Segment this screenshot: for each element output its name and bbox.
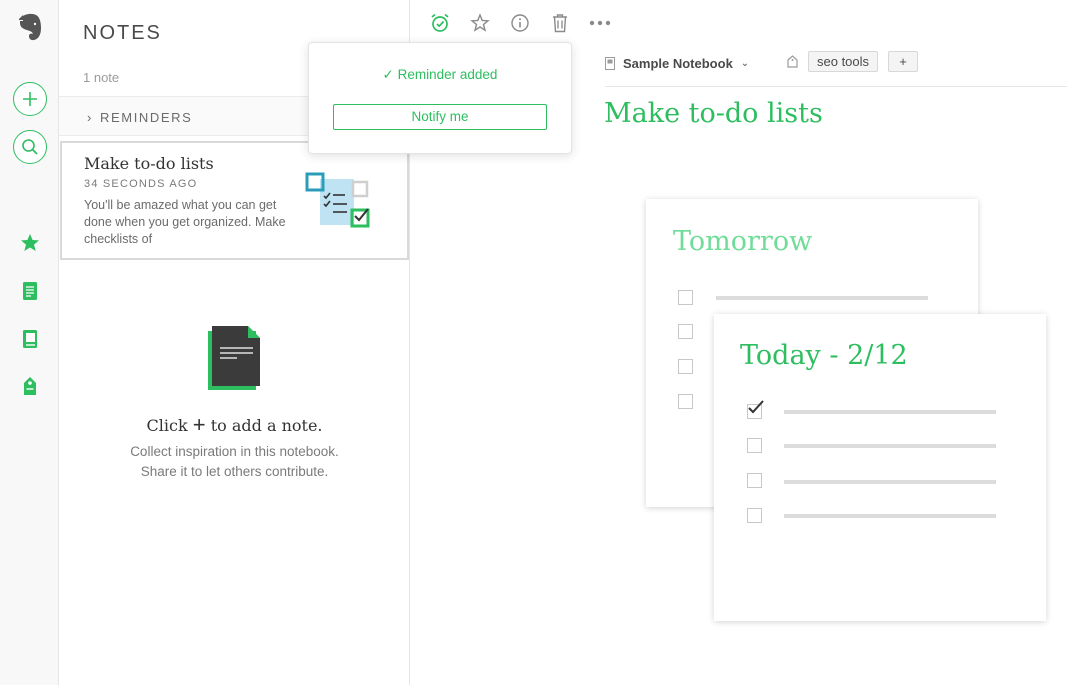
note-title[interactable]: Make to-do lists	[604, 98, 823, 129]
sidebar-rail	[0, 0, 59, 685]
list-line	[784, 410, 996, 414]
trash-icon	[553, 14, 567, 33]
add-tag-button[interactable]: +	[888, 51, 918, 72]
checkbox-icon	[678, 290, 693, 305]
tags-icon[interactable]	[0, 375, 59, 397]
checkbox-icon	[678, 324, 693, 339]
empty-state-click: Click	[146, 416, 188, 435]
note-list-title: NOTES	[83, 22, 162, 44]
today-title: Today - 2/12	[740, 340, 908, 371]
star-icon	[470, 13, 490, 32]
evernote-logo-icon[interactable]	[0, 10, 59, 44]
note-count: 1 note	[83, 70, 120, 85]
reminder-confirmation: ✓ Reminder added	[309, 67, 571, 83]
note-card-title: Make to-do lists	[84, 154, 214, 173]
tomorrow-title: Tomorrow	[673, 226, 813, 257]
tag-chip[interactable]: seo tools	[808, 51, 879, 72]
tag-icon	[787, 55, 798, 73]
empty-state-line-1: Collect inspiration in this notebook.	[130, 444, 339, 459]
empty-state-add: to add a note.	[210, 416, 323, 435]
notes-icon[interactable]	[0, 280, 59, 302]
delete-note-button[interactable]	[549, 12, 571, 34]
checkbox-icon	[747, 473, 762, 488]
reminder-alarm-icon	[431, 13, 449, 32]
search-icon	[12, 130, 47, 164]
empty-state-heading: Click + to add a note.	[59, 412, 410, 438]
more-actions-button[interactable]	[589, 12, 611, 34]
list-line	[784, 480, 996, 484]
checkbox-icon	[678, 359, 693, 374]
reminder-message: Reminder added	[397, 67, 498, 82]
checkbox-icon	[747, 508, 762, 523]
checkmark-icon: ✓	[382, 67, 394, 82]
note-card[interactable]: Make to-do lists 34 SECONDS AGO You'll b…	[60, 141, 409, 260]
reminders-label: REMINDERS	[100, 110, 193, 125]
more-icon	[589, 20, 611, 26]
checkbox-icon	[678, 394, 693, 409]
shortcut-star-button[interactable]	[469, 12, 491, 34]
empty-state-description: Collect inspiration in this notebook. Sh…	[59, 442, 410, 482]
header-divider	[605, 86, 1067, 87]
chevron-down-icon: ⌄	[740, 57, 750, 69]
notebooks-icon[interactable]	[0, 328, 59, 350]
plus-icon: +	[192, 412, 206, 437]
info-icon	[511, 14, 529, 32]
list-line	[784, 444, 996, 448]
checklist-thumbnail-icon	[305, 172, 379, 230]
note-card-time: 34 SECONDS AGO	[84, 178, 198, 190]
today-sheet-image: Today - 2/12	[714, 314, 1046, 621]
notebook-selector[interactable]: Sample Notebook ⌄	[605, 54, 749, 72]
list-line	[784, 514, 996, 518]
chevron-right-icon: ›	[87, 110, 92, 125]
reminder-button[interactable]	[429, 12, 451, 34]
empty-state-line-2: Share it to let others contribute.	[140, 464, 329, 479]
note-info-button[interactable]	[509, 12, 531, 34]
checkbox-icon	[747, 438, 762, 453]
search-button[interactable]	[0, 130, 59, 164]
reminder-popover: ✓ Reminder added Notify me	[308, 42, 572, 154]
notify-me-button[interactable]: Notify me	[333, 104, 547, 130]
checkbox-checked-icon	[747, 400, 764, 419]
new-note-button[interactable]	[0, 82, 59, 116]
new-note-icon	[12, 82, 47, 116]
note-card-snippet: You'll be amazed what you can get done w…	[84, 198, 286, 246]
notebook-name: Sample Notebook	[623, 55, 733, 71]
notebook-icon	[605, 56, 615, 70]
empty-document-icon	[207, 325, 261, 391]
list-line	[716, 296, 928, 300]
shortcuts-star-icon[interactable]	[0, 232, 59, 254]
